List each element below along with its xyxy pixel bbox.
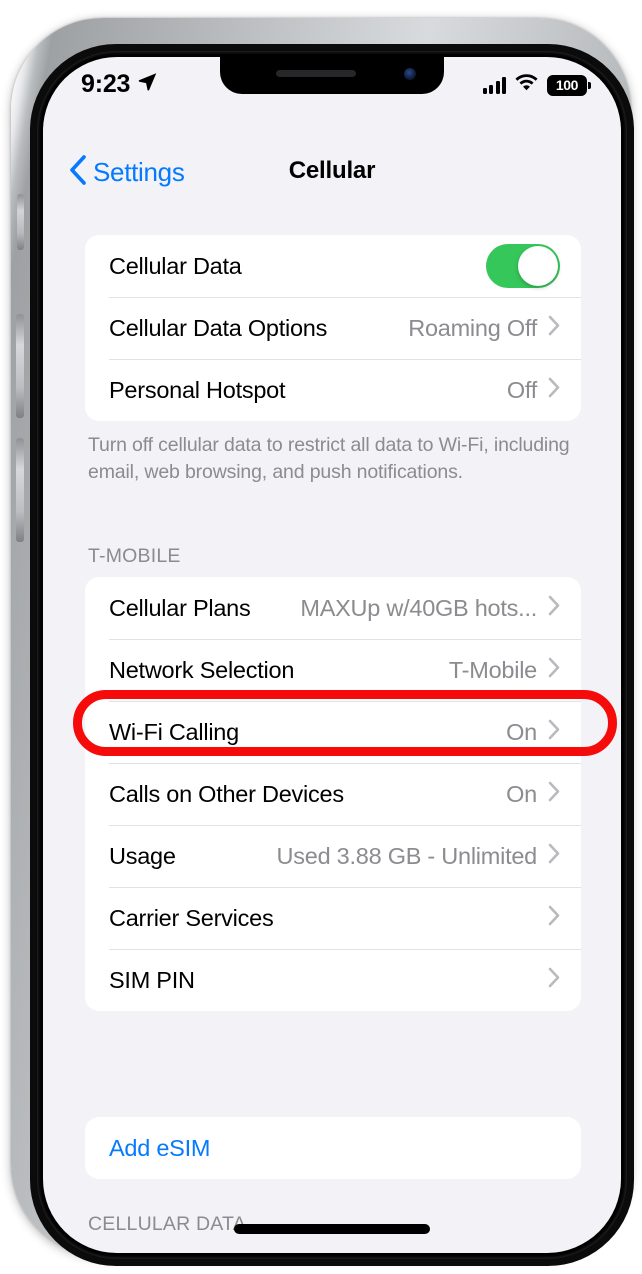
chevron-right-icon — [548, 719, 560, 745]
location-arrow-icon — [137, 71, 158, 97]
row-carrier-services[interactable]: Carrier Services — [85, 887, 581, 949]
row-label: Cellular Data Options — [109, 314, 328, 341]
page-title: Cellular — [288, 157, 376, 184]
row-cellular-data[interactable]: Cellular Data — [85, 235, 581, 297]
row-cellular-plans[interactable]: Cellular Plans MAXUp w/40GB hots... — [85, 577, 581, 639]
chevron-right-icon — [548, 781, 560, 807]
wifi-icon — [514, 73, 539, 97]
row-accessory: MAXUp w/40GB hots... — [300, 595, 560, 622]
row-accessory: T-Mobile — [449, 657, 560, 684]
front-camera-icon — [404, 68, 416, 80]
status-time: 9:23 — [81, 69, 131, 98]
row-value: T-Mobile — [448, 656, 537, 683]
volume-up-button[interactable] — [16, 314, 24, 418]
row-personal-hotspot[interactable]: Personal Hotspot Off — [85, 359, 581, 421]
row-calls-on-other-devices[interactable]: Calls on Other Devices On — [85, 763, 581, 825]
row-wifi-calling[interactable]: Wi-Fi Calling On — [85, 701, 581, 763]
row-label: Cellular Plans — [109, 594, 251, 621]
row-label: Cellular Data — [109, 252, 242, 279]
home-indicator[interactable] — [234, 1224, 430, 1234]
volume-down-button[interactable] — [16, 438, 24, 542]
row-value: On — [506, 718, 537, 745]
chevron-right-icon — [548, 377, 560, 403]
row-label: Network Selection — [109, 656, 295, 683]
row-network-selection[interactable]: Network Selection T-Mobile — [85, 639, 581, 701]
row-accessory — [537, 905, 560, 931]
row-cellular-data-options[interactable]: Cellular Data Options Roaming Off — [85, 297, 581, 359]
row-label: Wi-Fi Calling — [109, 718, 239, 745]
row-value: On — [506, 780, 537, 807]
row-label: Usage — [109, 842, 176, 869]
row-label: SIM PIN — [109, 966, 195, 993]
phone-screen: 9:23 100 Settings Cellular Cellular Data… — [43, 57, 621, 1253]
notch — [220, 57, 444, 94]
settings-group-add-esim: Add eSIM — [85, 1117, 581, 1179]
mute-switch-button[interactable] — [17, 194, 24, 250]
row-value: MAXUp w/40GB hots... — [300, 594, 537, 621]
chevron-right-icon — [548, 967, 560, 993]
row-value: Used 3.88 GB - Unlimited — [276, 842, 538, 869]
row-accessory: On — [506, 719, 560, 746]
row-label: Calls on Other Devices — [109, 780, 344, 807]
row-add-esim[interactable]: Add eSIM — [85, 1117, 581, 1179]
cellular-data-toggle[interactable] — [486, 244, 560, 288]
row-accessory: Used 3.88 GB - Unlimited — [277, 843, 560, 870]
status-bar-right: 100 — [482, 73, 591, 97]
cellular-data-footer-text: Turn off cellular data to restrict all d… — [88, 434, 570, 483]
chevron-right-icon — [548, 905, 560, 931]
toggle-knob — [518, 246, 558, 286]
row-value: Roaming Off — [408, 314, 537, 341]
status-bar-left: 9:23 — [81, 71, 158, 97]
settings-group-t-mobile: Cellular Plans MAXUp w/40GB hots... Netw… — [85, 577, 581, 1011]
settings-group-cellular-data: Cellular Data Cellular Data Options Roam… — [85, 235, 581, 421]
add-esim-label: Add eSIM — [109, 1134, 211, 1161]
battery-icon: 100 — [547, 74, 591, 96]
row-value: Off — [506, 376, 537, 403]
earpiece-speaker — [276, 70, 356, 77]
navigation-bar: Settings Cellular — [43, 153, 621, 201]
row-sim-pin[interactable]: SIM PIN — [85, 949, 581, 1011]
row-accessory — [537, 967, 560, 993]
chevron-right-icon — [548, 843, 560, 869]
section-header-t-mobile: T-MOBILE — [88, 545, 181, 567]
settings-list: Cellular Data Cellular Data Options Roam… — [43, 207, 621, 1253]
chevron-right-icon — [548, 315, 560, 341]
row-label: Carrier Services — [109, 904, 274, 931]
row-label: Personal Hotspot — [109, 376, 286, 403]
row-accessory — [486, 244, 560, 288]
row-accessory: Roaming Off — [408, 315, 560, 342]
battery-level-text: 100 — [555, 77, 579, 93]
row-usage[interactable]: Usage Used 3.88 GB - Unlimited — [85, 825, 581, 887]
phone-frame: 9:23 100 Settings Cellular Cellular Data… — [11, 18, 634, 1266]
chevron-right-icon — [548, 595, 560, 621]
chevron-right-icon — [548, 657, 560, 683]
screenshot-stage: 9:23 100 Settings Cellular Cellular Data… — [0, 0, 642, 1274]
row-accessory: On — [506, 781, 560, 808]
cellular-signal-icon — [482, 76, 506, 94]
row-accessory: Off — [507, 377, 560, 404]
